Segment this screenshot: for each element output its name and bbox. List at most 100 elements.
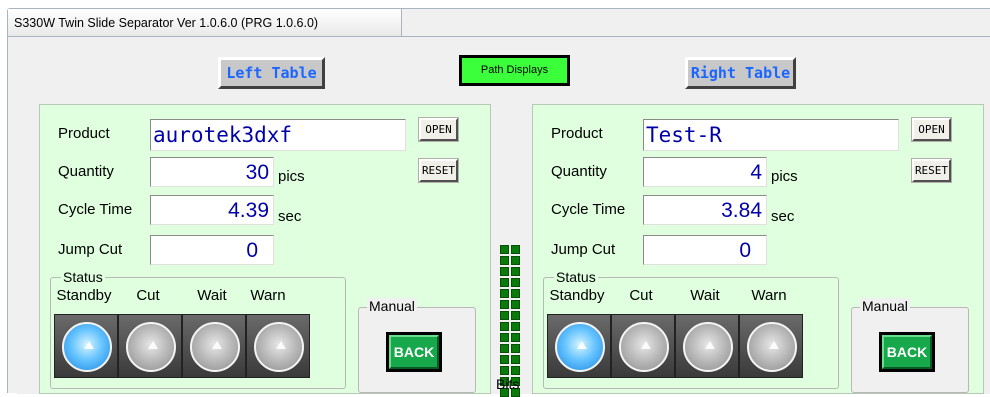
right-jump-cut-label: Jump Cut xyxy=(551,241,616,258)
right-wait-lamp-cell xyxy=(675,314,739,378)
left-cut-lamp-cell xyxy=(118,314,182,378)
bits-label: Bits xyxy=(496,376,520,392)
left-manual-group: Manual BACK xyxy=(358,298,476,393)
bit-led xyxy=(511,245,520,254)
right-status-warn-label: Warn xyxy=(751,287,787,304)
path-displays-button[interactable]: Path Displays xyxy=(459,55,570,86)
left-reset-button[interactable]: RESET xyxy=(418,158,459,183)
bit-led xyxy=(500,366,509,375)
bit-led xyxy=(500,278,509,287)
right-status-group: Status Standby Cut Wait Warn xyxy=(543,269,839,389)
left-jump-cut-label: Jump Cut xyxy=(58,241,123,258)
right-standby-lamp-cell xyxy=(547,314,611,378)
left-status-cut-label: Cut xyxy=(136,287,160,304)
right-quantity-value: 4 xyxy=(750,161,762,184)
right-manual-group: Manual BACK xyxy=(851,298,969,393)
left-quantity-unit: pics xyxy=(278,168,305,185)
left-quantity-label: Quantity xyxy=(58,163,114,180)
window-title-tab[interactable]: S330W Twin Slide Separator Ver 1.0.6.0 (… xyxy=(8,9,402,37)
left-status-wait-label: Wait xyxy=(197,287,227,304)
bit-led xyxy=(511,300,520,309)
left-back-button[interactable]: BACK xyxy=(386,332,442,372)
left-quantity-field[interactable]: 30 xyxy=(150,157,274,187)
right-cycle-time-value: 3.84 xyxy=(721,199,762,222)
bit-led xyxy=(500,311,509,320)
bit-led xyxy=(511,278,520,287)
left-product-label: Product xyxy=(58,125,110,142)
left-status-group: Status Standby Cut Wait Warn xyxy=(50,269,346,389)
right-product-field[interactable]: Test-R xyxy=(643,119,899,151)
right-status-standby-label: Standby xyxy=(549,287,605,304)
left-quantity-value: 30 xyxy=(245,161,269,184)
right-warn-lamp xyxy=(747,322,797,372)
bit-led xyxy=(511,322,520,331)
right-cycle-time-field[interactable]: 3.84 xyxy=(643,195,767,225)
right-warn-lamp-cell xyxy=(739,314,803,378)
left-jump-cut-field[interactable]: 0 xyxy=(150,235,274,265)
left-warn-lamp-cell xyxy=(246,314,310,378)
left-cut-lamp xyxy=(126,322,176,372)
right-wait-lamp xyxy=(683,322,733,372)
right-quantity-unit: pics xyxy=(771,168,798,185)
left-status-warn-label: Warn xyxy=(250,287,286,304)
right-back-label: BACK xyxy=(882,335,932,369)
left-cycle-time-field[interactable]: 4.39 xyxy=(150,195,274,225)
right-reset-button[interactable]: RESET xyxy=(911,158,952,183)
bit-led xyxy=(511,289,520,298)
bit-led xyxy=(511,355,520,364)
right-cut-lamp-cell xyxy=(611,314,675,378)
left-open-button[interactable]: OPEN xyxy=(418,117,459,142)
right-back-button[interactable]: BACK xyxy=(879,332,935,372)
left-cycle-time-value: 4.39 xyxy=(228,199,269,222)
left-back-label: BACK xyxy=(389,335,439,369)
bit-led xyxy=(500,300,509,309)
right-table-panel: Product Test-R OPEN Quantity 4 pics RESE… xyxy=(532,104,984,394)
right-quantity-label: Quantity xyxy=(551,163,607,180)
bit-led xyxy=(500,289,509,298)
left-status-legend: Status xyxy=(61,269,105,285)
right-jump-cut-field[interactable]: 0 xyxy=(643,235,767,265)
right-cycle-time-unit: sec xyxy=(771,208,795,225)
right-table-title: Right Table xyxy=(685,57,796,89)
left-cycle-time-unit: sec xyxy=(278,208,302,225)
bit-led xyxy=(500,322,509,331)
right-open-button[interactable]: OPEN xyxy=(911,117,952,142)
left-table-panel: Product aurotek3dxf OPEN Quantity 30 pic… xyxy=(39,104,491,394)
left-warn-lamp xyxy=(254,322,304,372)
left-wait-lamp xyxy=(190,322,240,372)
right-status-wait-label: Wait xyxy=(690,287,720,304)
main-panel: Left Table Path Displays Right Table Pro… xyxy=(17,38,990,397)
left-product-field[interactable]: aurotek3dxf xyxy=(150,119,406,151)
left-product-value: aurotek3dxf xyxy=(153,123,293,147)
right-product-value: Test-R xyxy=(646,123,722,147)
left-table-title: Left Table xyxy=(218,57,325,89)
right-cycle-time-label: Cycle Time xyxy=(551,201,626,218)
left-jump-cut-value: 0 xyxy=(246,239,258,262)
left-standby-lamp xyxy=(62,322,112,372)
bit-led xyxy=(500,333,509,342)
bit-led xyxy=(500,355,509,364)
bit-led xyxy=(511,267,520,276)
right-manual-legend: Manual xyxy=(860,298,910,314)
left-status-standby-label: Standby xyxy=(56,287,112,304)
bit-led xyxy=(511,344,520,353)
bit-led xyxy=(511,311,520,320)
right-status-legend: Status xyxy=(554,269,598,285)
bit-led xyxy=(500,245,509,254)
app-window: S330W Twin Slide Separator Ver 1.0.6.0 (… xyxy=(7,8,990,397)
right-status-cut-label: Cut xyxy=(629,287,653,304)
bit-led xyxy=(500,267,509,276)
tab-divider xyxy=(402,36,990,37)
left-cycle-time-label: Cycle Time xyxy=(58,201,133,218)
bit-led xyxy=(511,333,520,342)
right-jump-cut-value: 0 xyxy=(739,239,751,262)
bit-led xyxy=(500,344,509,353)
left-manual-legend: Manual xyxy=(367,298,417,314)
bit-led xyxy=(500,256,509,265)
right-cut-lamp xyxy=(619,322,669,372)
bit-led xyxy=(511,256,520,265)
bit-led xyxy=(511,366,520,375)
left-standby-lamp-cell xyxy=(54,314,118,378)
right-quantity-field[interactable]: 4 xyxy=(643,157,767,187)
right-product-label: Product xyxy=(551,125,603,142)
